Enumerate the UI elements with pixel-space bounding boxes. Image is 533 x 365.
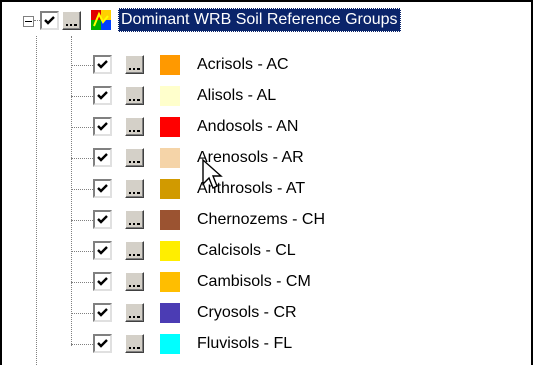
checkmark-icon <box>97 215 108 224</box>
legend-item[interactable]: Arenosols - AR <box>2 143 531 174</box>
tree-connector <box>71 127 93 128</box>
tree-connector <box>71 96 93 97</box>
color-swatch[interactable] <box>160 334 180 354</box>
checkmark-icon <box>97 184 108 193</box>
item-visibility-checkbox[interactable] <box>93 179 112 198</box>
checkmark-icon <box>44 16 55 25</box>
tree-connector-vertical <box>71 36 72 346</box>
item-label: Calcisols - CL <box>197 242 296 259</box>
color-swatch[interactable] <box>160 272 180 292</box>
item-label: Chernozems - CH <box>197 211 326 228</box>
color-swatch[interactable] <box>160 55 180 75</box>
checkmark-icon <box>97 91 108 100</box>
item-properties-button[interactable] <box>125 148 144 167</box>
item-visibility-checkbox[interactable] <box>93 117 112 136</box>
tree-connector <box>71 65 93 66</box>
item-properties-button[interactable] <box>125 210 144 229</box>
color-swatch[interactable] <box>160 117 180 137</box>
item-visibility-checkbox[interactable] <box>93 210 112 229</box>
checkmark-icon <box>97 60 108 69</box>
collapse-icon[interactable] <box>23 16 34 27</box>
tree-connector <box>71 189 93 190</box>
color-swatch[interactable] <box>160 241 180 261</box>
item-visibility-checkbox[interactable] <box>93 86 112 105</box>
item-properties-button[interactable] <box>125 272 144 291</box>
tree-connector <box>71 282 93 283</box>
legend-item[interactable]: Alisols - AL <box>2 81 531 112</box>
item-properties-button[interactable] <box>125 86 144 105</box>
item-label: Cambisols - CM <box>197 273 311 290</box>
group-properties-button[interactable] <box>62 11 81 30</box>
mouse-pointer-icon <box>202 158 223 189</box>
checkmark-icon <box>97 153 108 162</box>
item-visibility-checkbox[interactable] <box>93 55 112 74</box>
color-swatch[interactable] <box>160 86 180 106</box>
item-label: Fluvisols - FL <box>197 335 293 352</box>
item-label: Cryosols - CR <box>197 304 297 321</box>
group-visibility-checkbox[interactable] <box>40 11 59 30</box>
legend-item[interactable]: Cambisols - CM <box>2 267 531 298</box>
color-swatch[interactable] <box>160 148 180 168</box>
item-visibility-checkbox[interactable] <box>93 148 112 167</box>
legend-item[interactable]: Chernozems - CH <box>2 205 531 236</box>
legend-item[interactable]: Cryosols - CR <box>2 298 531 329</box>
legend-item[interactable]: Fluvisols - FL <box>2 329 531 360</box>
group-label[interactable]: Dominant WRB Soil Reference Groups <box>118 8 401 32</box>
item-properties-button[interactable] <box>125 241 144 260</box>
checkmark-icon <box>97 308 108 317</box>
color-swatch[interactable] <box>160 210 180 230</box>
item-properties-button[interactable] <box>125 303 144 322</box>
item-visibility-checkbox[interactable] <box>93 272 112 291</box>
item-properties-button[interactable] <box>125 55 144 74</box>
item-visibility-checkbox[interactable] <box>93 303 112 322</box>
item-label: Andosols - AN <box>197 118 299 135</box>
item-properties-button[interactable] <box>125 334 144 353</box>
tree-connector <box>71 158 93 159</box>
item-visibility-checkbox[interactable] <box>93 334 112 353</box>
tree-group-row[interactable]: Dominant WRB Soil Reference Groups <box>2 5 531 36</box>
legend-item[interactable]: Acrisols - AC <box>2 50 531 81</box>
item-visibility-checkbox[interactable] <box>93 241 112 260</box>
legend-item[interactable]: Anthrosols - AT <box>2 174 531 205</box>
checkmark-icon <box>97 246 108 255</box>
tree-connector <box>71 220 93 221</box>
color-swatch[interactable] <box>160 303 180 323</box>
tree-connector <box>71 251 93 252</box>
item-label: Acrisols - AC <box>197 56 289 73</box>
tree-connector <box>71 313 93 314</box>
tree-connector <box>71 344 93 345</box>
checkmark-icon <box>97 339 108 348</box>
legend-item[interactable]: Andosols - AN <box>2 112 531 143</box>
tree-view: Dominant WRB Soil Reference Groups Acris… <box>2 2 531 365</box>
item-properties-button[interactable] <box>125 117 144 136</box>
soil-layer-tree: Dominant WRB Soil Reference Groups Acris… <box>0 0 533 365</box>
item-label: Alisols - AL <box>197 87 277 104</box>
color-swatch[interactable] <box>160 179 180 199</box>
item-properties-button[interactable] <box>125 179 144 198</box>
checkmark-icon <box>97 277 108 286</box>
checkmark-icon <box>97 122 108 131</box>
legend-icon <box>91 10 111 30</box>
legend-item[interactable]: Calcisols - CL <box>2 236 531 267</box>
